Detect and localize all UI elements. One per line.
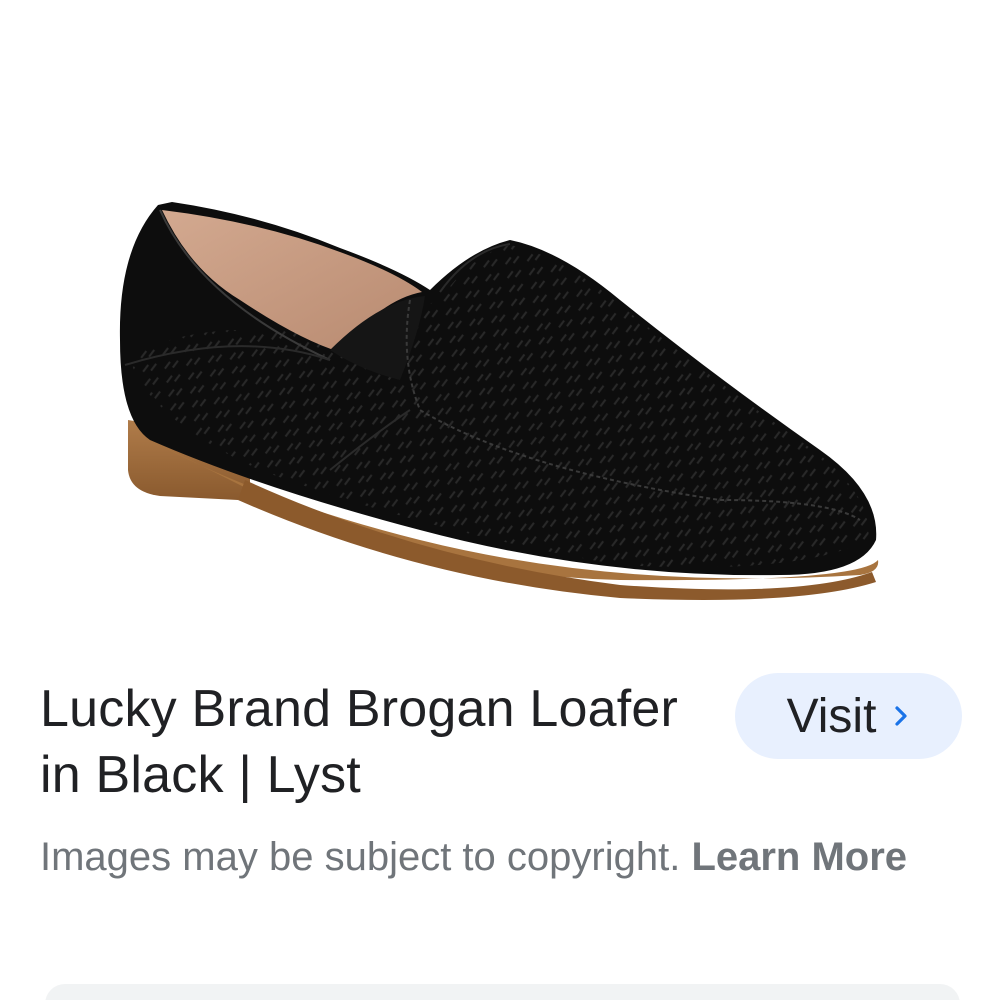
product-image[interactable] (0, 0, 1000, 660)
chevron-right-icon (895, 706, 908, 726)
learn-more-link[interactable]: Learn More (691, 835, 907, 879)
visit-button[interactable]: Visit (735, 673, 962, 759)
copyright-notice: Images may be subject to copyright. Lear… (40, 828, 940, 886)
loafer-shoe-image (119, 202, 879, 600)
visit-button-label: Visit (786, 689, 877, 743)
result-title[interactable]: Lucky Brand Brogan Loafer in Black | Lys… (40, 676, 700, 808)
copyright-text: Images may be subject to copyright. (40, 835, 692, 879)
image-result-panel: Lucky Brand Brogan Loafer in Black | Lys… (0, 0, 1000, 1000)
next-card-edge (45, 984, 960, 1000)
